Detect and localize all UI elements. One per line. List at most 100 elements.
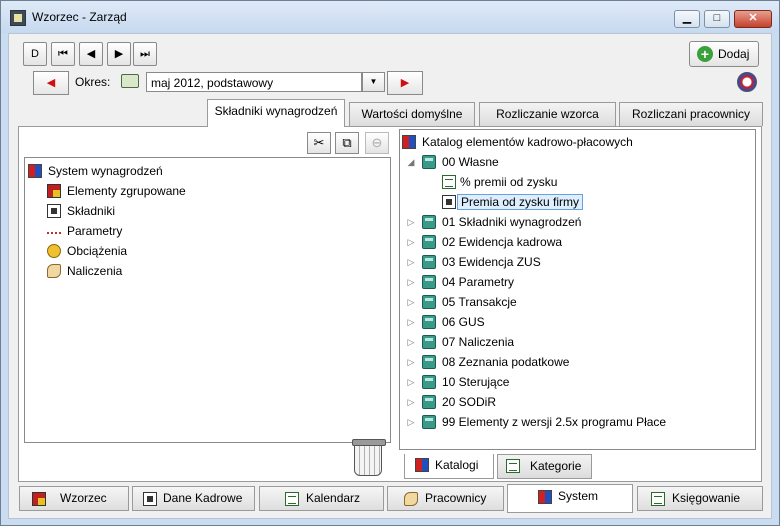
people-icon	[32, 492, 46, 506]
folder-08[interactable]: ▷ 08 Zeznania podatkowe	[406, 353, 569, 371]
ledger-icon	[651, 492, 665, 506]
folder-label: 08 Zeznania podatkowe	[442, 355, 570, 369]
skip-start-icon[interactable]: ⏮	[51, 42, 75, 66]
minimize-button[interactable]: ▁	[674, 10, 700, 28]
next-icon[interactable]: ▶	[107, 42, 131, 66]
folder-07[interactable]: ▷ 07 Naliczenia	[406, 333, 514, 351]
tab-skladniki[interactable]: Składniki wynagrodzeń	[207, 99, 345, 127]
tab-label: Wzorzec	[60, 491, 107, 505]
expand-icon[interactable]: ▷	[406, 253, 416, 271]
catalog-root-label: Katalog elementów kadrowo-płacowych	[422, 135, 633, 149]
tab-pracownicy[interactable]: Pracownicy	[387, 486, 504, 511]
previous-icon[interactable]: ◀	[79, 42, 103, 66]
folder-02[interactable]: ▷ 02 Ewidencja kadrowa	[406, 233, 562, 251]
tree-item-label: Naliczenia	[67, 264, 123, 278]
person-icon	[404, 492, 418, 506]
tree-item-label: % premii od zysku	[460, 175, 558, 189]
expand-icon[interactable]: ▷	[406, 413, 416, 431]
tree-root-label: System wynagrodzeń	[48, 164, 163, 178]
tree-item-label: Składniki	[67, 204, 116, 218]
catalog-tree[interactable]: Katalog elementów kadrowo-płacowych ◢ 00…	[399, 129, 756, 450]
tree-root[interactable]: System wynagrodzeń	[28, 162, 163, 180]
folder-label: 05 Transakcje	[442, 295, 517, 309]
folder-10[interactable]: ▷ 10 Sterujące	[406, 373, 509, 391]
tab-kalendarz[interactable]: Kalendarz	[259, 486, 384, 511]
tools-icon[interactable]: ✂	[307, 132, 331, 154]
tree-item-label: Parametry	[67, 224, 123, 238]
tab-wartosci-domyslne[interactable]: Wartości domyślne	[349, 102, 475, 126]
catalog-root[interactable]: Katalog elementów kadrowo-płacowych	[402, 133, 633, 151]
trash-icon[interactable]	[352, 439, 386, 476]
list-icon	[506, 459, 520, 473]
collapse-icon[interactable]: ◢	[406, 153, 416, 171]
tree-item-components[interactable]: Składniki	[47, 202, 115, 220]
tree-item-grouped[interactable]: Elementy zgrupowane	[47, 182, 186, 200]
navigation-icon[interactable]	[737, 72, 757, 92]
expand-icon[interactable]: ▷	[406, 293, 416, 311]
skip-end-icon[interactable]: ⏭	[133, 42, 157, 66]
books-icon	[422, 335, 436, 349]
period-combobox[interactable]: maj 2012, podstawowy	[146, 72, 362, 92]
title-bar[interactable]: Wzorzec - Zarząd ▁ □ ✕	[1, 1, 779, 33]
catalog-icon[interactable]: ⧉	[335, 132, 359, 154]
tab-label: Katalogi	[435, 458, 479, 472]
folder-label: 10 Sterujące	[442, 375, 510, 389]
tab-rozliczanie-wzorca[interactable]: Rozliczanie wzorca	[479, 102, 616, 126]
tab-dane-kadrowe[interactable]: Dane Kadrowe	[132, 486, 255, 511]
expand-icon[interactable]: ▷	[406, 333, 416, 351]
books-icon	[422, 295, 436, 309]
tree-item-accruals[interactable]: Naliczenia	[47, 262, 122, 280]
folder-01[interactable]: ▷ 01 Składniki wynagrodzeń	[406, 213, 581, 231]
calendar-icon	[285, 492, 299, 506]
next-period-button[interactable]: ▶	[387, 71, 423, 95]
books-icon	[422, 255, 436, 269]
catalog-icon	[415, 458, 429, 472]
folder-05[interactable]: ▷ 05 Transakcje	[406, 293, 517, 311]
tab-rozliczani-pracownicy[interactable]: Rozliczani pracownicy	[619, 102, 763, 126]
books-icon	[422, 215, 436, 229]
tree-item-parameters[interactable]: Parametry	[47, 222, 122, 240]
folder-00[interactable]: ◢ 00 Własne	[406, 153, 499, 171]
system-icon	[538, 490, 552, 504]
system-tree[interactable]: System wynagrodzeń Elementy zgrupowane S…	[24, 157, 391, 443]
folder-label: 20 SODiR	[442, 395, 497, 409]
expand-icon[interactable]: ▷	[406, 353, 416, 371]
expand-icon[interactable]: ▷	[406, 313, 416, 331]
tree-item-percent-premium[interactable]: % premii od zysku	[442, 173, 557, 191]
tab-ksiegowanie[interactable]: Księgowanie	[637, 486, 763, 511]
expand-icon[interactable]: ▷	[406, 393, 416, 411]
tab-wzorzec[interactable]: Wzorzec	[19, 486, 129, 511]
tab-label: Pracownicy	[425, 491, 487, 505]
chevron-down-icon[interactable]: ▼	[362, 72, 385, 92]
tab-label: Dane Kadrowe	[163, 491, 243, 505]
id-card-icon	[143, 492, 157, 506]
add-button-label: Dodaj	[718, 47, 750, 61]
add-button[interactable]: + Dodaj	[689, 41, 759, 67]
folder-03[interactable]: ▷ 03 Ewidencja ZUS	[406, 253, 541, 271]
first-record-button[interactable]: D	[23, 42, 47, 66]
close-button[interactable]: ✕	[734, 10, 772, 28]
remove-icon[interactable]: ⊖	[365, 132, 389, 154]
folder-04[interactable]: ▷ 04 Parametry	[406, 273, 514, 291]
expand-icon[interactable]: ▷	[406, 213, 416, 231]
folder-20[interactable]: ▷ 20 SODiR	[406, 393, 496, 411]
expand-icon[interactable]: ▷	[406, 233, 416, 251]
tab-katalogi[interactable]: Katalogi	[404, 454, 494, 479]
tree-item-label: Premia od zysku firmy	[457, 194, 584, 210]
tab-kategorie[interactable]: Kategorie	[497, 454, 592, 479]
folder-06[interactable]: ▷ 06 GUS	[406, 313, 485, 331]
tree-item-loads[interactable]: Obciążenia	[47, 242, 127, 260]
components-icon	[47, 204, 61, 218]
tab-system[interactable]: System	[507, 484, 633, 513]
maximize-button[interactable]: □	[704, 10, 730, 28]
book-icon[interactable]	[121, 74, 139, 88]
expand-icon[interactable]: ▷	[406, 373, 416, 391]
expand-icon[interactable]: ▷	[406, 273, 416, 291]
previous-period-button[interactable]: ◀	[33, 71, 69, 95]
period-label: Okres:	[75, 75, 111, 89]
books-icon	[422, 395, 436, 409]
books-icon	[422, 415, 436, 429]
folder-99[interactable]: ▷ 99 Elementy z wersji 2.5x programu Pła…	[406, 413, 666, 431]
tree-item-company-premium[interactable]: Premia od zysku firmy	[442, 193, 584, 211]
folder-label: 06 GUS	[442, 315, 485, 329]
